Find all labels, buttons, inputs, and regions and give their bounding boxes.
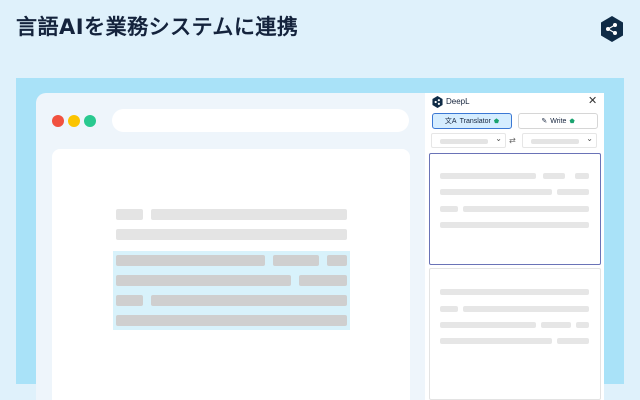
- source-text-line: [440, 173, 536, 179]
- text-line: [116, 209, 143, 220]
- browser-window: [36, 93, 425, 400]
- source-text-line: [557, 189, 589, 195]
- translation-text-line: [576, 322, 589, 328]
- window-minimize-button[interactable]: [68, 115, 80, 127]
- translation-text-line: [440, 289, 589, 295]
- source-text-line: [463, 206, 589, 212]
- selected-text-line: [151, 295, 347, 306]
- source-language-placeholder: [440, 139, 488, 144]
- deepl-logo-icon: [432, 96, 443, 108]
- source-language-select[interactable]: ⌄: [431, 133, 506, 148]
- source-text-area[interactable]: [429, 153, 601, 265]
- shield-icon: ⬟: [493, 118, 500, 125]
- translation-text-line: [440, 306, 458, 312]
- translation-text-line: [463, 306, 589, 312]
- selected-text-line: [273, 255, 319, 266]
- close-icon[interactable]: ✕: [588, 95, 597, 107]
- deepl-side-panel: DeepL ✕ 文A Translator ⬟ ✎ Write ⬟ ⌄ ⇄ ⌄: [425, 93, 604, 400]
- tab-translator[interactable]: 文A Translator ⬟: [432, 113, 512, 129]
- text-line: [116, 229, 347, 240]
- deepl-logo-icon: [601, 16, 623, 42]
- selected-text-line: [299, 275, 347, 286]
- banner-headline: 言語AIを業務システムに連携: [16, 15, 299, 39]
- translation-text-line: [440, 338, 552, 344]
- translation-output-area: [429, 268, 601, 400]
- tab-translator-label: Translator: [459, 117, 491, 125]
- source-text-line: [575, 173, 589, 179]
- magic-wand-icon: ✎: [541, 118, 548, 125]
- translate-icon: 文A: [444, 118, 457, 125]
- selected-text-line: [116, 255, 265, 266]
- selected-text-line: [116, 315, 347, 326]
- target-language-placeholder: [531, 139, 579, 144]
- source-text-line: [440, 206, 458, 212]
- tab-write[interactable]: ✎ Write ⬟: [518, 113, 598, 129]
- shield-icon: ⬟: [569, 118, 575, 125]
- address-bar[interactable]: [112, 109, 409, 132]
- translation-text-line: [557, 338, 589, 344]
- language-swap-icon[interactable]: ⇄: [509, 136, 516, 145]
- selected-text-line: [327, 255, 347, 266]
- window-close-button[interactable]: [52, 115, 64, 127]
- translation-text-line: [541, 322, 571, 328]
- tab-write-label: Write: [550, 117, 567, 125]
- document-page: [52, 149, 410, 400]
- window-maximize-button[interactable]: [84, 115, 96, 127]
- source-text-line: [440, 189, 552, 195]
- selected-text-line: [116, 275, 291, 286]
- chevron-down-icon: ⌄: [495, 134, 502, 143]
- target-language-select[interactable]: ⌄: [522, 133, 597, 148]
- panel-title: DeepL: [446, 97, 470, 106]
- panel-header: DeepL ✕: [425, 93, 604, 111]
- source-text-line: [440, 222, 589, 228]
- translation-text-line: [440, 322, 536, 328]
- selected-text-line: [116, 295, 143, 306]
- text-line: [151, 209, 347, 220]
- source-text-line: [543, 173, 565, 179]
- chevron-down-icon: ⌄: [586, 134, 593, 143]
